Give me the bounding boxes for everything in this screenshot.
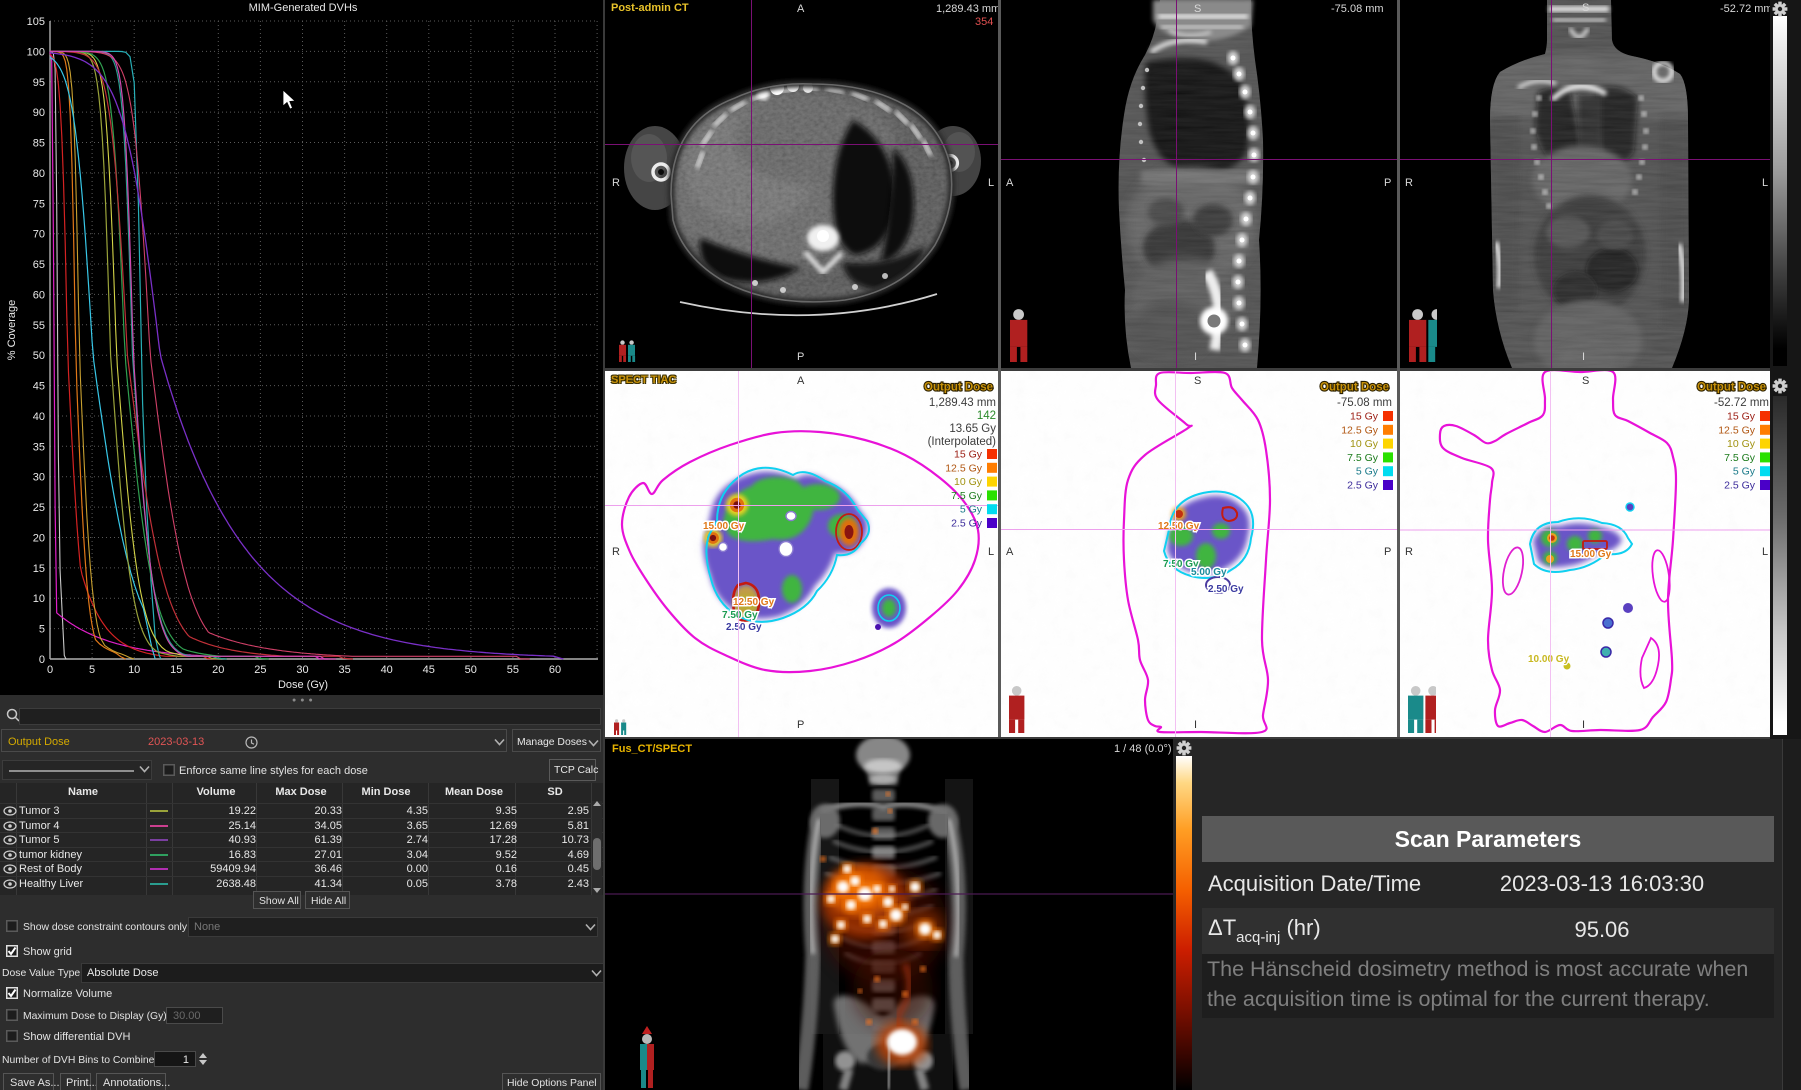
svg-text:5 Gy: 5 Gy [1356,466,1379,478]
svg-text:1,289.43 mm: 1,289.43 mm [929,397,996,409]
svg-text:40: 40 [33,411,45,423]
svg-text:105: 105 [27,16,45,28]
svg-text:10 Gy: 10 Gy [1350,438,1379,450]
svg-text:% Coverage: % Coverage [6,300,18,361]
svg-text:12.5 Gy: 12.5 Gy [1718,424,1756,436]
svg-text:80: 80 [33,168,45,180]
svg-text:10 Gy: 10 Gy [954,476,983,488]
svg-text:85: 85 [33,138,45,150]
svg-text:20: 20 [212,664,224,676]
svg-text:45: 45 [33,381,45,393]
svg-text:-75.08 mm: -75.08 mm [1337,397,1392,409]
svg-text:Dose (Gy): Dose (Gy) [278,679,328,691]
svg-text:142: 142 [977,410,996,422]
svg-text:50: 50 [33,350,45,362]
svg-text:12.50 Gy: 12.50 Gy [733,597,775,608]
svg-text:10 Gy: 10 Gy [1727,438,1756,450]
svg-text:5: 5 [39,624,45,636]
svg-text:2.5 Gy: 2.5 Gy [1724,480,1756,492]
svg-text:2.50 Gy: 2.50 Gy [726,622,762,633]
svg-text:12.5 Gy: 12.5 Gy [945,462,983,474]
svg-text:MIM-Generated DVHs: MIM-Generated DVHs [249,2,358,14]
svg-text:10: 10 [33,593,45,605]
svg-text:Output Dose: Output Dose [1697,382,1766,394]
svg-text:2.5 Gy: 2.5 Gy [1347,480,1379,492]
svg-text:35: 35 [33,441,45,453]
svg-text:30: 30 [33,472,45,484]
svg-text:25: 25 [33,502,45,514]
svg-text:12.50 Gy: 12.50 Gy [1158,521,1200,532]
svg-text:13.65 Gy: 13.65 Gy [949,423,996,435]
svg-text:90: 90 [33,107,45,119]
svg-text:15 Gy: 15 Gy [1350,411,1379,423]
svg-text:0: 0 [47,664,53,676]
svg-text:7.5 Gy: 7.5 Gy [1347,452,1379,464]
svg-text:12.5 Gy: 12.5 Gy [1341,424,1379,436]
svg-text:10.00 Gy: 10.00 Gy [1528,654,1570,665]
svg-text:-52.72 mm: -52.72 mm [1714,397,1769,409]
svg-text:15: 15 [170,664,182,676]
svg-text:5.00 Gy: 5.00 Gy [1191,567,1227,578]
svg-text:15 Gy: 15 Gy [954,449,983,461]
svg-text:40: 40 [381,664,393,676]
svg-text:Output Dose: Output Dose [1320,382,1389,394]
svg-text:100: 100 [27,46,45,58]
svg-text:7.50 Gy: 7.50 Gy [722,610,758,621]
svg-text:10: 10 [128,664,140,676]
svg-text:0: 0 [39,654,45,666]
svg-text:2.5 Gy: 2.5 Gy [951,518,983,530]
svg-text:35: 35 [338,664,350,676]
svg-text:7.5 Gy: 7.5 Gy [951,490,983,502]
svg-text:15.00 Gy: 15.00 Gy [1570,549,1612,560]
svg-text:5 Gy: 5 Gy [1733,466,1756,478]
svg-text:20: 20 [33,533,45,545]
svg-text:45: 45 [423,664,435,676]
svg-text:55: 55 [507,664,519,676]
svg-text:75: 75 [33,198,45,210]
svg-text:15 Gy: 15 Gy [1727,411,1756,423]
svg-text:15: 15 [33,563,45,575]
svg-text:7.5 Gy: 7.5 Gy [1724,452,1756,464]
svg-text:70: 70 [33,229,45,241]
svg-text:25: 25 [254,664,266,676]
svg-text:60: 60 [549,664,561,676]
svg-text:55: 55 [33,320,45,332]
svg-text:(Interpolated): (Interpolated) [928,436,997,448]
svg-text:60: 60 [33,289,45,301]
svg-text:50: 50 [465,664,477,676]
svg-text:5 Gy: 5 Gy [960,504,983,516]
svg-text:5: 5 [89,664,95,676]
svg-text:95: 95 [33,77,45,89]
svg-text:Output Dose: Output Dose [924,382,993,394]
svg-text:65: 65 [33,259,45,271]
svg-text:30: 30 [296,664,308,676]
svg-text:2.50 Gy: 2.50 Gy [1208,584,1244,595]
